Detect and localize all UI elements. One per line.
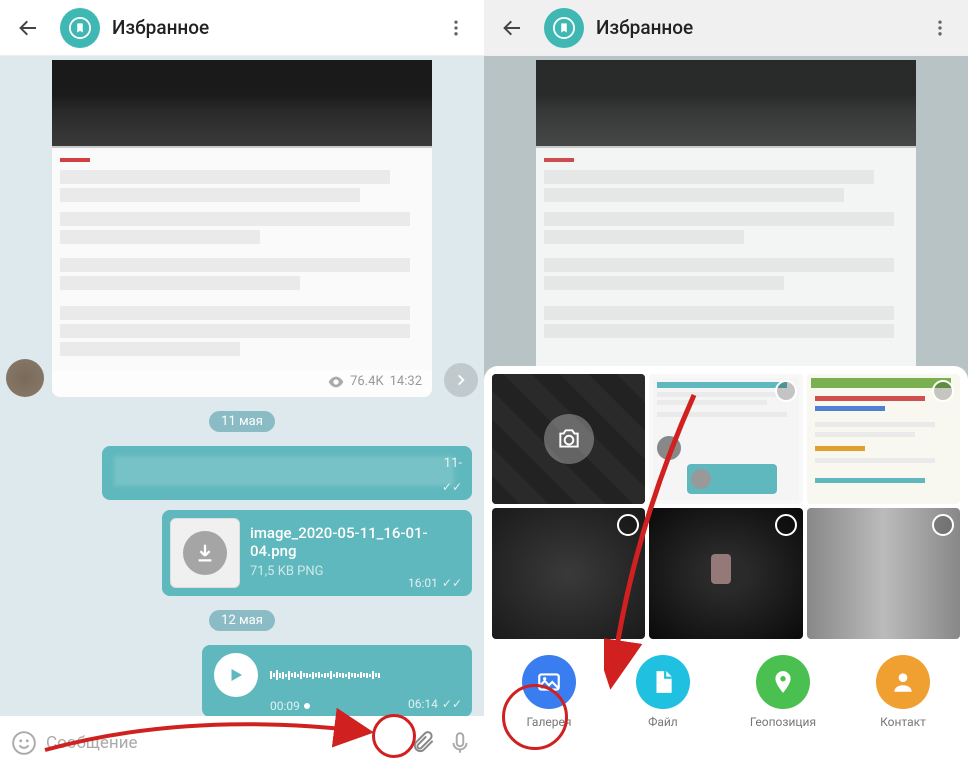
tab-gallery[interactable]: Галерея — [522, 655, 576, 729]
tab-label: Контакт — [880, 715, 926, 729]
message-meta: 76.4K 14:32 — [52, 370, 432, 389]
bookmark-icon — [553, 17, 575, 39]
more-vert-icon — [446, 18, 466, 38]
file-icon — [650, 669, 676, 695]
chat-avatar[interactable] — [544, 8, 584, 48]
voice-button[interactable] — [446, 729, 474, 757]
message-image — [52, 60, 432, 148]
play-icon — [227, 666, 245, 684]
back-button[interactable] — [492, 8, 532, 48]
selection-circle[interactable] — [932, 514, 954, 536]
date-separator: 11 мая — [209, 411, 275, 432]
forwarded-message[interactable]: 76.4K 14:32 — [52, 60, 432, 397]
chat-screen: Избранное 76.4K 14:32 — [0, 0, 484, 770]
sender-avatar[interactable] — [6, 359, 44, 397]
attach-sheet-screen: Избранное — [484, 0, 968, 770]
audio-waveform[interactable] — [270, 665, 460, 685]
views-count: 76.4K — [350, 374, 384, 389]
attach-tabs: Галерея Файл Геопозиция Контакт — [492, 639, 960, 737]
date-separator: 12 мая — [209, 610, 275, 631]
bookmark-icon — [69, 17, 91, 39]
play-button[interactable] — [214, 653, 258, 697]
attachment-sheet: Галерея Файл Геопозиция Контакт — [484, 366, 968, 770]
gallery-grid — [492, 374, 960, 639]
chat-header: Избранное — [0, 0, 484, 56]
file-message[interactable]: image_2020-05-11_16-01-04.png 71,5 KB PN… — [162, 510, 472, 596]
tab-file[interactable]: Файл — [636, 655, 690, 729]
chat-area[interactable]: 76.4K 14:32 11 мая 11- ✓✓ image_2020-05-… — [0, 56, 484, 716]
forward-button[interactable] — [444, 363, 478, 397]
file-name: image_2020-05-11_16-01-04.png — [250, 524, 464, 560]
checkmark-icon: ✓✓ — [442, 697, 462, 711]
gallery-thumbnail[interactable] — [649, 508, 802, 638]
eye-icon — [328, 376, 344, 388]
more-button[interactable] — [920, 8, 960, 48]
checkmark-icon: ✓✓ — [442, 576, 462, 590]
tab-contact[interactable]: Контакт — [876, 655, 930, 729]
message-input[interactable]: Сообщение — [46, 733, 402, 753]
smile-icon — [11, 730, 37, 756]
message-time: 14:32 — [390, 374, 422, 389]
tab-location[interactable]: Геопозиция — [750, 655, 816, 729]
gallery-thumbnail[interactable] — [649, 374, 802, 504]
message-input-bar: Сообщение — [0, 716, 484, 770]
paperclip-icon — [411, 730, 437, 756]
camera-tile[interactable] — [492, 374, 645, 504]
chat-header: Избранное — [484, 0, 968, 56]
selection-circle[interactable] — [932, 380, 954, 402]
emoji-button[interactable] — [10, 729, 38, 757]
voice-message[interactable]: 00:09 06:14 ✓✓ — [202, 645, 472, 716]
message-text-blurred — [52, 148, 432, 370]
chat-area-dimmed — [484, 56, 968, 366]
attach-button[interactable] — [410, 729, 438, 757]
message-time: 16:01 ✓✓ — [408, 576, 462, 590]
text-message[interactable]: 11- ✓✓ — [102, 446, 472, 500]
checkmark-icon: ✓✓ — [442, 480, 462, 494]
camera-icon — [556, 426, 582, 452]
gallery-thumbnail[interactable] — [492, 508, 645, 638]
selection-circle[interactable] — [617, 514, 639, 536]
tab-label: Геопозиция — [750, 715, 816, 729]
selection-circle[interactable] — [775, 380, 797, 402]
audio-elapsed: 00:09 — [270, 699, 310, 713]
download-icon — [194, 542, 216, 564]
gallery-thumbnail[interactable] — [807, 508, 960, 638]
chat-avatar[interactable] — [60, 8, 100, 48]
location-icon — [770, 669, 796, 695]
arrow-left-icon — [500, 16, 524, 40]
tab-label: Галерея — [526, 715, 571, 729]
contact-icon — [890, 669, 916, 695]
more-vert-icon — [930, 18, 950, 38]
back-button[interactable] — [8, 8, 48, 48]
tab-label: Файл — [648, 715, 678, 729]
download-button[interactable] — [183, 531, 227, 575]
image-icon — [536, 669, 562, 695]
microphone-icon — [447, 730, 473, 756]
chat-title: Избранное — [112, 16, 436, 39]
chevron-right-icon — [454, 373, 468, 387]
selection-circle[interactable] — [775, 514, 797, 536]
more-button[interactable] — [436, 8, 476, 48]
file-thumbnail[interactable] — [170, 518, 240, 588]
message-time: 06:14 ✓✓ — [408, 697, 462, 711]
arrow-left-icon — [16, 16, 40, 40]
gallery-thumbnail[interactable] — [807, 374, 960, 504]
bubble-suffix: 11- — [444, 456, 462, 471]
chat-title: Избранное — [596, 16, 920, 39]
